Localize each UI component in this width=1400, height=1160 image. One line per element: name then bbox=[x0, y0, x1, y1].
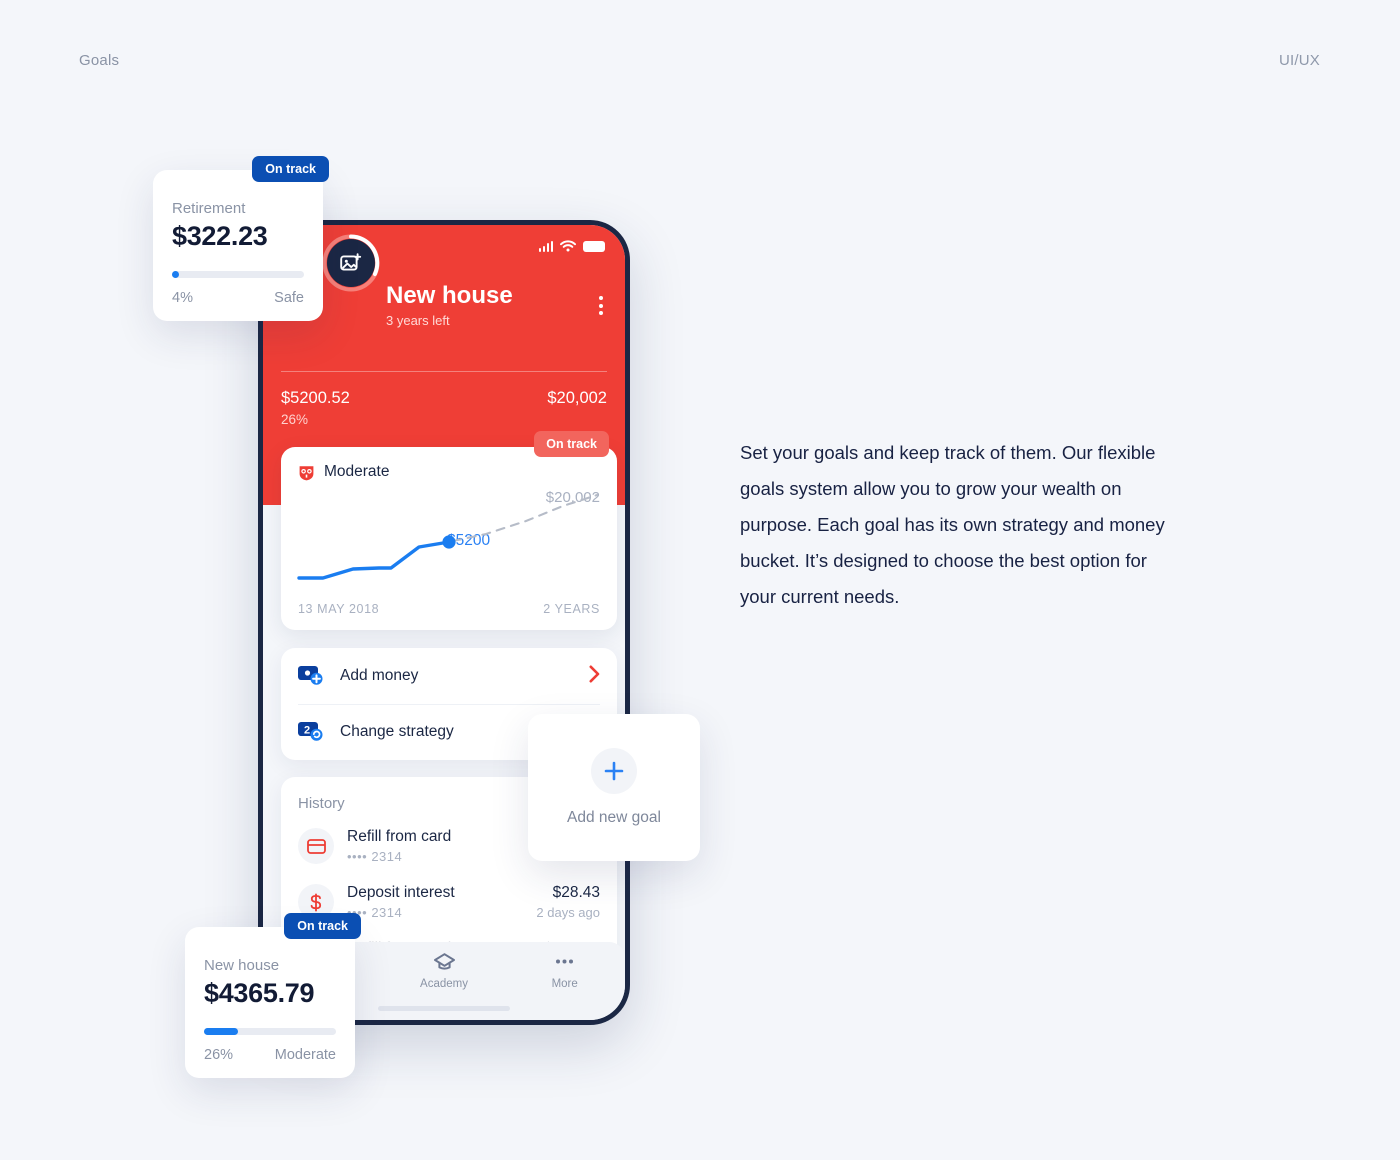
graduation-cap-icon bbox=[433, 953, 455, 970]
action-label: Add money bbox=[340, 667, 419, 684]
goal-risk-label: Moderate bbox=[274, 1047, 336, 1063]
status-badge: On track bbox=[534, 431, 609, 457]
chart-footer: 13 MAY 2018 2 YEARS bbox=[298, 602, 600, 616]
page-title: Goals bbox=[79, 52, 120, 69]
status-badge: On track bbox=[284, 913, 361, 939]
plus-icon bbox=[591, 748, 637, 794]
strategy-label: Moderate bbox=[324, 463, 390, 480]
avatar bbox=[327, 239, 375, 287]
add-new-goal-card[interactable]: Add new goal bbox=[528, 714, 700, 861]
history-name: Deposit interest bbox=[347, 884, 455, 901]
add-new-goal-label: Add new goal bbox=[567, 809, 661, 826]
goal-progress-chart bbox=[297, 493, 599, 580]
goal-percent-label: 4% bbox=[172, 290, 193, 306]
status-bar bbox=[538, 240, 605, 252]
history-card-number: •••• 2314 bbox=[347, 849, 403, 864]
target-amount: $20,002 bbox=[547, 389, 607, 407]
status-badge: On track bbox=[252, 156, 329, 182]
signal-bars-icon bbox=[538, 240, 553, 252]
goal-progress-bar bbox=[172, 271, 304, 278]
goal-card-amount: $4365.79 bbox=[204, 978, 315, 1008]
tab-academy[interactable]: Academy bbox=[384, 952, 505, 990]
kebab-menu-icon[interactable] bbox=[599, 296, 607, 316]
tab-label: Academy bbox=[420, 978, 468, 990]
chart-card[interactable]: On track Moderate $20,002 $5200 13 MAY 2… bbox=[281, 431, 617, 630]
goal-progress-bar bbox=[204, 1028, 336, 1035]
goal-card-name: Retirement bbox=[172, 200, 246, 217]
category-label: UI/UX bbox=[1278, 52, 1320, 69]
tab-more[interactable]: More bbox=[504, 952, 625, 990]
strategy-switch-icon: 2 bbox=[298, 720, 326, 744]
strategy-row[interactable]: Moderate bbox=[298, 463, 389, 481]
progress-percent: 26% bbox=[281, 412, 309, 427]
chart-horizon: 2 YEARS bbox=[543, 602, 600, 616]
phone-mockup: New house 3 years left $5200.52 26% $20,… bbox=[258, 220, 630, 1025]
chart-start-date: 13 MAY 2018 bbox=[298, 602, 380, 616]
goal-card-new-house[interactable]: On track New house $4365.79 26% Moderate bbox=[185, 913, 361, 1078]
svg-text:2: 2 bbox=[304, 725, 310, 737]
goal-subtitle: 3 years left bbox=[386, 313, 450, 329]
goal-card-amount: $322.23 bbox=[172, 221, 268, 251]
goal-card-retirement[interactable]: On track Retirement $322.23 4% Safe bbox=[153, 156, 329, 321]
goal-amounts: $5200.52 26% $20,002 bbox=[281, 389, 607, 427]
image-add-icon bbox=[340, 253, 362, 271]
goal-progress-fill bbox=[204, 1028, 239, 1035]
tab-label: More bbox=[551, 978, 578, 990]
wifi-icon bbox=[560, 240, 576, 252]
goal-percent-label: 26% bbox=[204, 1047, 234, 1063]
action-label: Change strategy bbox=[340, 723, 454, 740]
more-dots-icon bbox=[556, 959, 574, 964]
history-amount: $28.43 bbox=[552, 884, 600, 901]
current-amount: $5200.52 bbox=[281, 389, 350, 407]
history-card-number: •••• 2314 bbox=[347, 905, 403, 920]
owl-icon bbox=[299, 465, 314, 480]
wallet-plus-icon bbox=[298, 664, 326, 688]
goal-title: New house bbox=[386, 282, 513, 309]
goal-risk-label: Safe bbox=[274, 290, 304, 306]
chevron-right-icon[interactable] bbox=[589, 665, 600, 688]
phone-screen: New house 3 years left $5200.52 26% $20,… bbox=[263, 225, 625, 1020]
action-add-money[interactable]: Add money bbox=[281, 648, 617, 704]
history-name: Refill from card bbox=[347, 828, 452, 845]
history-when: 2 days ago bbox=[536, 905, 600, 920]
credit-card-icon bbox=[298, 828, 334, 864]
page-root: Goals UI/UX Set your goals and keep trac… bbox=[0, 0, 1400, 1160]
goal-card-name: New house bbox=[204, 957, 280, 974]
hero-divider bbox=[281, 371, 607, 372]
home-indicator bbox=[378, 1006, 510, 1011]
battery-icon bbox=[583, 240, 605, 252]
description-text: Set your goals and keep track of them. O… bbox=[740, 442, 1165, 607]
goal-progress-fill bbox=[172, 271, 179, 278]
